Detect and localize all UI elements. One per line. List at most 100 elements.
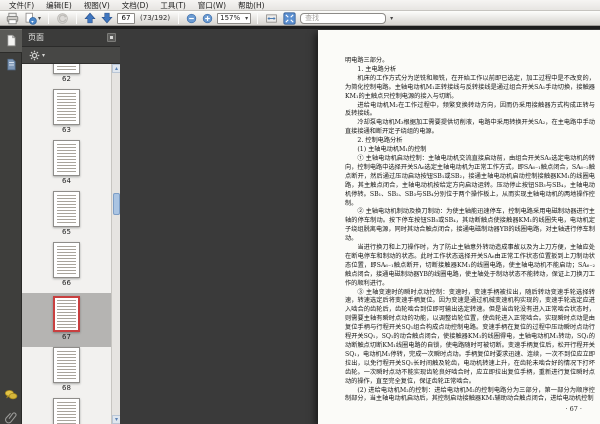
- thumbnail-image[interactable]: [53, 89, 80, 125]
- document-text: 明电路三部分。 1. 主电路分析 机床的工作方式分为逆铣和顺铣，在开始工作以前即…: [345, 57, 595, 404]
- menu-item[interactable]: 视图(V): [78, 0, 116, 11]
- page-thumbnail[interactable]: 62: [22, 64, 111, 89]
- fit-width-button[interactable]: [264, 12, 279, 25]
- document-paragraph: (2) 进给电动机M₂的控制：进给电动机M₂的控制电路分为三部分，第一部分为顺序…: [345, 386, 595, 403]
- scroll-up-icon[interactable]: ▴: [112, 64, 120, 73]
- menu-item[interactable]: 文件(F): [3, 0, 40, 11]
- zoom-caret-icon: ▾: [245, 14, 249, 22]
- zoom-out-button[interactable]: [185, 12, 198, 25]
- thumbnail-content: [57, 93, 76, 121]
- menu-item[interactable]: 工具(T): [154, 0, 191, 11]
- thumbnail-page-label: 68: [62, 384, 71, 392]
- chrome-divider: [0, 26, 600, 29]
- document-paragraph: ① 主轴电动机启动控制：主轴电动机交流直接启动前，由组合开关SA₅选定电动机的转…: [345, 154, 595, 207]
- thumbnail-image[interactable]: [53, 64, 80, 74]
- thumbnail-content: [57, 351, 76, 379]
- document-paragraph: 2. 控制电路分析: [357, 137, 403, 145]
- toolbar-separator: [178, 12, 180, 24]
- thumbnail-content: [57, 402, 76, 424]
- print-icon: [6, 12, 19, 25]
- page-thumbnail[interactable]: 67: [22, 293, 111, 347]
- menu-item[interactable]: 窗口(W): [192, 0, 232, 11]
- navigation-tab-strip: [0, 29, 22, 424]
- thumbnail-content: [57, 64, 76, 70]
- page-number-input[interactable]: [117, 12, 136, 24]
- options-caret-icon[interactable]: ▾: [42, 49, 45, 62]
- fit-page-button[interactable]: [282, 11, 297, 25]
- bookmarks-icon: [5, 56, 18, 75]
- page-thumbnail[interactable]: 66: [22, 242, 111, 293]
- page-thumbnail[interactable]: 68: [22, 347, 111, 398]
- page-count-label: (73/192): [140, 14, 171, 22]
- zoom-in-button[interactable]: [201, 12, 214, 25]
- paperclip-icon: [4, 409, 18, 424]
- zoom-level-value: 157%: [220, 14, 241, 22]
- thumbnail-content: [57, 144, 76, 172]
- document-paragraph: ③ 主轴变速时的瞬时点动控制：变速时，变速手柄被拉出，随后转动变速手轮选择转速，…: [345, 288, 595, 385]
- export-button[interactable]: ▾: [23, 12, 42, 25]
- menu-item[interactable]: 文档(D): [116, 0, 155, 11]
- thumbnail-image[interactable]: [53, 398, 80, 424]
- document-paragraph: (1) 主轴电动机M₁的控制: [357, 146, 427, 154]
- page-thumbnail[interactable]: 64: [22, 140, 111, 191]
- zoom-out-icon: [186, 13, 197, 24]
- document-paragraph: 进给电动机M₂在工作过程中，频繁变换转动方向，因而仍采用接触器方式构成正转与反转…: [345, 101, 595, 118]
- next-page-button[interactable]: [100, 12, 114, 25]
- previous-page-icon: [84, 12, 96, 24]
- panel-header: 页面: [22, 29, 120, 47]
- thumbnail-page-label: 67: [62, 333, 71, 341]
- thumbnail-page-label: 62: [62, 75, 71, 83]
- thumbnail-page-label: 63: [62, 126, 71, 134]
- thumbnail-page-label: 64: [62, 177, 71, 185]
- fit-page-icon: [283, 11, 296, 25]
- search-options-caret-icon[interactable]: ▾: [390, 12, 393, 25]
- page-number-label: · 67 ·: [565, 405, 582, 413]
- export-icon: [24, 12, 37, 25]
- document-page: 明电路三部分。 1. 主电路分析 机床的工作方式分为逆铣和顺铣，在开始工作以前即…: [318, 30, 600, 424]
- toolbar-separator: [48, 12, 50, 24]
- document-paragraph: 冷却泵电动机M₃根据加工需要提供切削液，电路中采用转换开关SA₂，在主电路中手动…: [345, 119, 595, 136]
- options-gear-icon[interactable]: [29, 46, 40, 65]
- bookmarks-tab[interactable]: [0, 53, 22, 77]
- menu-item[interactable]: 编辑(E): [40, 0, 78, 11]
- previous-view-button[interactable]: [55, 12, 70, 25]
- attachments-tab[interactable]: [0, 407, 22, 424]
- page-thumbnail[interactable]: [22, 398, 111, 424]
- thumbnail-content: [57, 195, 76, 223]
- thumbnail-image[interactable]: [53, 347, 80, 383]
- thumbnail-image[interactable]: [53, 191, 80, 227]
- thumbnail-image[interactable]: [53, 242, 80, 278]
- thumbnail-content: [57, 300, 76, 328]
- scrollbar-thumb[interactable]: [113, 193, 120, 215]
- menu-item[interactable]: 帮助(H): [232, 0, 271, 11]
- page-thumbnail[interactable]: 65: [22, 191, 111, 242]
- thumbnail-page-label: 65: [62, 228, 71, 236]
- scroll-down-icon[interactable]: ▾: [112, 415, 120, 424]
- export-caret-icon: ▾: [38, 14, 42, 22]
- zoom-level-select[interactable]: 157% ▾: [217, 12, 252, 24]
- page-thumbnail[interactable]: 63: [22, 89, 111, 140]
- document-paragraph: 1. 主电路分析: [357, 65, 397, 73]
- panel-title: 页面: [28, 33, 44, 42]
- collapse-panel-button[interactable]: [107, 33, 116, 42]
- document-viewport[interactable]: 明电路三部分。 1. 主电路分析 机床的工作方式分为逆铣和顺铣，在开始工作以前即…: [121, 29, 600, 424]
- next-page-icon: [101, 12, 113, 24]
- thumbnail-image[interactable]: [53, 296, 80, 332]
- fit-width-icon: [265, 12, 278, 25]
- print-button[interactable]: [5, 12, 20, 25]
- pages-tab[interactable]: [0, 29, 22, 53]
- thumbnail-list: 62 63 64 65 66 67 68 ▴ ▾: [22, 64, 120, 424]
- pages-panel: 页面 ▾ 62 63 64 65 66 67 68 ▴ ▾: [22, 29, 120, 424]
- document-paragraph: ② 主轴电动机制动及换刀制动：为使主轴能迅速停车，控制电路采用电磁制动器进行主轴…: [345, 208, 595, 243]
- panel-options-bar: ▾: [22, 47, 120, 64]
- menu-bar: 文件(F) 编辑(E) 视图(V) 文档(D) 工具(T) 窗口(W) 帮助(H…: [0, 0, 600, 11]
- search-input[interactable]: [300, 12, 387, 24]
- comments-tab[interactable]: [0, 384, 22, 406]
- document-paragraph: 当进行换刀和上刀操作时，为了防止主轴意外转动造成事故以及为上刀方便，主轴应处在断…: [345, 244, 595, 287]
- thumbnail-image[interactable]: [53, 140, 80, 176]
- previous-page-button[interactable]: [83, 12, 97, 25]
- document-paragraph: 明电路三部分。: [345, 57, 389, 64]
- thumbnail-scrollbar[interactable]: ▴ ▾: [111, 64, 120, 424]
- pages-icon: [5, 32, 18, 51]
- zoom-in-icon: [202, 13, 213, 24]
